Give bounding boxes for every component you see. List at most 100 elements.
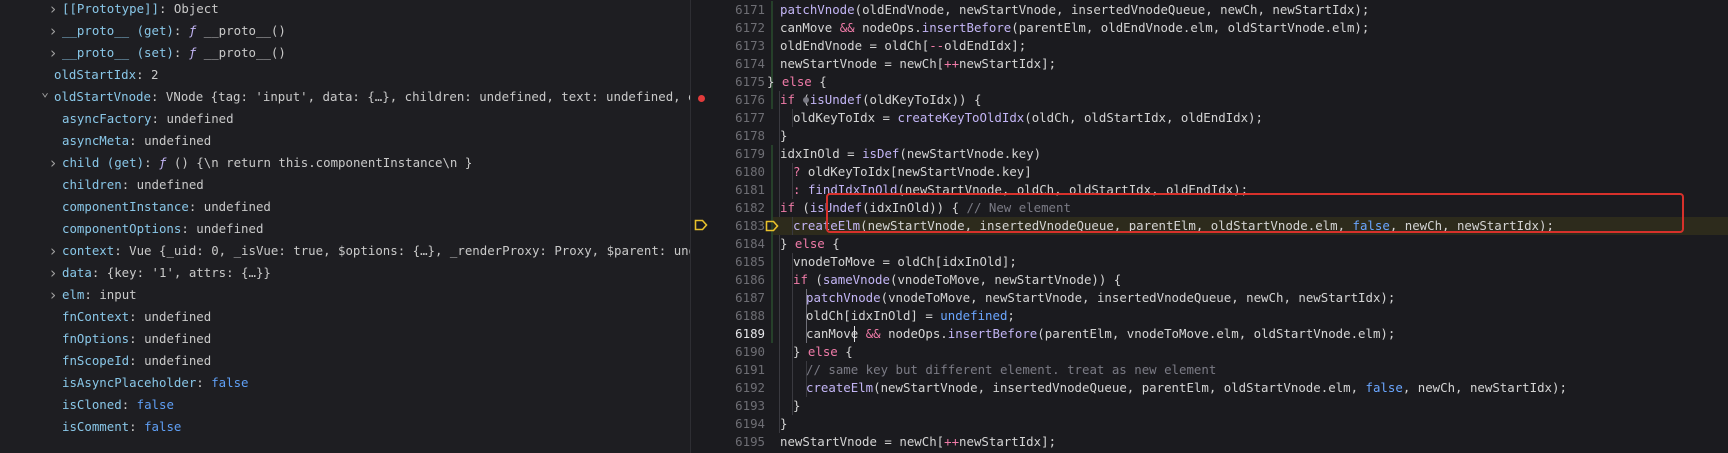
code-line[interactable]: oldCh[idxInOld] = undefined; xyxy=(806,307,1015,325)
scope-separator: : xyxy=(196,375,212,390)
code-line[interactable]: canMove && nodeOps.insertBefore(parentEl… xyxy=(806,325,1395,343)
code-line[interactable]: createElm(newStartVnode, insertedVnodeQu… xyxy=(806,379,1567,397)
chevron-down-icon[interactable]: ⌄ xyxy=(40,86,50,104)
scope-separator: : xyxy=(114,243,130,258)
line-number[interactable]: 6183 xyxy=(713,217,765,235)
scope-separator: : xyxy=(84,287,100,302)
scope-row[interactable]: › [[Prototype]]: Object xyxy=(0,0,690,20)
chevron-right-icon[interactable]: › xyxy=(48,284,58,306)
line-number[interactable]: 6180 xyxy=(713,163,765,181)
code-line[interactable]: patchVnode(oldEndVnode, newStartVnode, i… xyxy=(780,1,1369,19)
scope-row[interactable]: › elm: input xyxy=(0,284,690,306)
scope-row: fnContext: undefined xyxy=(0,306,690,328)
function-symbol: ƒ xyxy=(188,45,197,60)
code-line[interactable]: oldEndVnode = oldCh[--oldEndIdx]; xyxy=(780,37,1026,55)
line-number[interactable]: 6193 xyxy=(713,397,765,415)
line-number[interactable]: 6190 xyxy=(713,343,765,361)
line-number[interactable]: 6195 xyxy=(713,433,765,451)
scope-separator: : xyxy=(144,155,159,170)
inline-breakpoint-icon[interactable] xyxy=(803,97,809,103)
line-number[interactable]: 6194 xyxy=(713,415,765,433)
scope-value: false xyxy=(211,375,249,390)
paused-line-marker-icon xyxy=(694,218,708,232)
scope-separator: : xyxy=(129,309,145,324)
scope-separator: : xyxy=(121,397,137,412)
line-number[interactable]: 6174 xyxy=(713,55,765,73)
scope-row[interactable]: › __proto__ (get): ƒ __proto__() xyxy=(0,20,690,42)
scope-key: fnContext xyxy=(62,309,130,324)
code-line[interactable]: idxInOld = isDef(newStartVnode.key) xyxy=(780,145,1041,163)
scope-value: undefined xyxy=(203,199,271,214)
chevron-right-icon[interactable]: › xyxy=(48,152,58,174)
line-number[interactable]: 6187 xyxy=(713,289,765,307)
code-line[interactable]: } xyxy=(793,397,800,415)
scope-variables-panel: › [[Prototype]]: Object › __proto__ (get): … xyxy=(0,0,690,453)
scope-row[interactable]: › context: Vue {_uid: 0, _isVue: true, $o… xyxy=(0,240,690,262)
code-line[interactable]: oldKeyToIdx = createKeyToOldIdx(oldCh, o… xyxy=(793,109,1263,127)
scope-separator: : xyxy=(173,23,189,38)
function-symbol: ƒ xyxy=(158,155,167,170)
code-line[interactable]: } xyxy=(780,127,787,145)
line-number[interactable]: 6185 xyxy=(713,253,765,271)
change-indicator xyxy=(771,145,773,343)
scope-separator: : xyxy=(173,45,189,60)
scope-value: Object xyxy=(173,1,219,16)
scope-separator: : xyxy=(151,111,167,126)
code-line[interactable]: if (sameVnode(vnodeToMove, newStartVnode… xyxy=(793,271,1121,289)
scope-row[interactable]: › data: {key: '1', attrs: {…}} xyxy=(0,262,690,284)
code-line[interactable]: // same key but different element. treat… xyxy=(806,361,1216,379)
scope-separator: : xyxy=(129,133,145,148)
scope-separator: : xyxy=(150,89,166,104)
code-line[interactable]: newStartVnode = newCh[++newStartIdx]; xyxy=(780,433,1056,451)
line-number[interactable]: 6178 xyxy=(713,127,765,145)
code-line[interactable]: canMove && nodeOps.insertBefore(parentEl… xyxy=(780,19,1369,37)
line-number[interactable]: 6181 xyxy=(713,181,765,199)
scope-row: oldStartIdx: 2 xyxy=(0,64,690,86)
code-line[interactable]: patchVnode(vnodeToMove, newStartVnode, i… xyxy=(806,289,1395,307)
scope-row[interactable]: ⌄ oldStartVnode: VNode {tag: 'input', dat… xyxy=(0,86,690,108)
code-line[interactable]: } else { xyxy=(793,343,853,361)
line-number[interactable]: 6176 xyxy=(713,91,765,109)
scope-value: () {\n return this.componentInstance\n } xyxy=(173,155,473,170)
scope-key: fnOptions xyxy=(62,331,130,346)
line-number[interactable]: 6177 xyxy=(713,109,765,127)
chevron-right-icon[interactable]: › xyxy=(48,20,58,42)
text-cursor xyxy=(854,326,855,342)
chevron-right-icon[interactable]: › xyxy=(48,240,58,262)
line-number[interactable]: 6189 xyxy=(713,325,765,343)
code-line[interactable]: ? oldKeyToIdx[newStartVnode.key] xyxy=(793,163,1032,181)
scope-row: children: undefined xyxy=(0,174,690,196)
scope-separator: : xyxy=(158,1,174,16)
chevron-right-icon[interactable]: › xyxy=(48,42,58,64)
scope-separator: : xyxy=(136,67,151,82)
code-line[interactable]: } else { xyxy=(780,235,840,253)
line-number[interactable]: 6172 xyxy=(713,19,765,37)
code-line[interactable]: if (isUndef(oldKeyToIdx)) { xyxy=(780,91,981,109)
scope-value: undefined xyxy=(196,221,264,236)
line-number[interactable]: 6182 xyxy=(713,199,765,217)
scope-key: isCloned xyxy=(62,397,122,412)
scope-value: {key: '1', attrs: {…}} xyxy=(106,265,271,280)
code-line[interactable]: } xyxy=(780,415,787,433)
line-number[interactable]: 6171 xyxy=(713,1,765,19)
paused-statement-marker-icon xyxy=(765,219,779,233)
scope-value: undefined xyxy=(136,177,204,192)
line-number[interactable]: 6188 xyxy=(713,307,765,325)
line-number[interactable]: 6191 xyxy=(713,361,765,379)
line-number[interactable]: 6192 xyxy=(713,379,765,397)
line-number[interactable]: 6184 xyxy=(713,235,765,253)
chevron-right-icon[interactable]: › xyxy=(48,262,58,284)
code-line[interactable]: newStartVnode = newCh[++newStartIdx]; xyxy=(780,55,1056,73)
line-number[interactable]: 6175 xyxy=(713,73,765,91)
code-line[interactable]: } else { xyxy=(767,73,827,91)
scope-separator: : xyxy=(129,331,145,346)
line-number[interactable]: 6173 xyxy=(713,37,765,55)
breakpoint-dot-icon[interactable] xyxy=(698,95,705,102)
scope-row[interactable]: › __proto__ (set): ƒ __proto__() xyxy=(0,42,690,64)
chevron-right-icon[interactable]: › xyxy=(48,0,58,20)
line-number[interactable]: 6179 xyxy=(713,145,765,163)
scope-row[interactable]: › child (get): ƒ () {\n return this.compo… xyxy=(0,152,690,174)
scope-row: fnOptions: undefined xyxy=(0,328,690,350)
code-line[interactable]: vnodeToMove = oldCh[idxInOld]; xyxy=(793,253,1017,271)
line-number[interactable]: 6186 xyxy=(713,271,765,289)
